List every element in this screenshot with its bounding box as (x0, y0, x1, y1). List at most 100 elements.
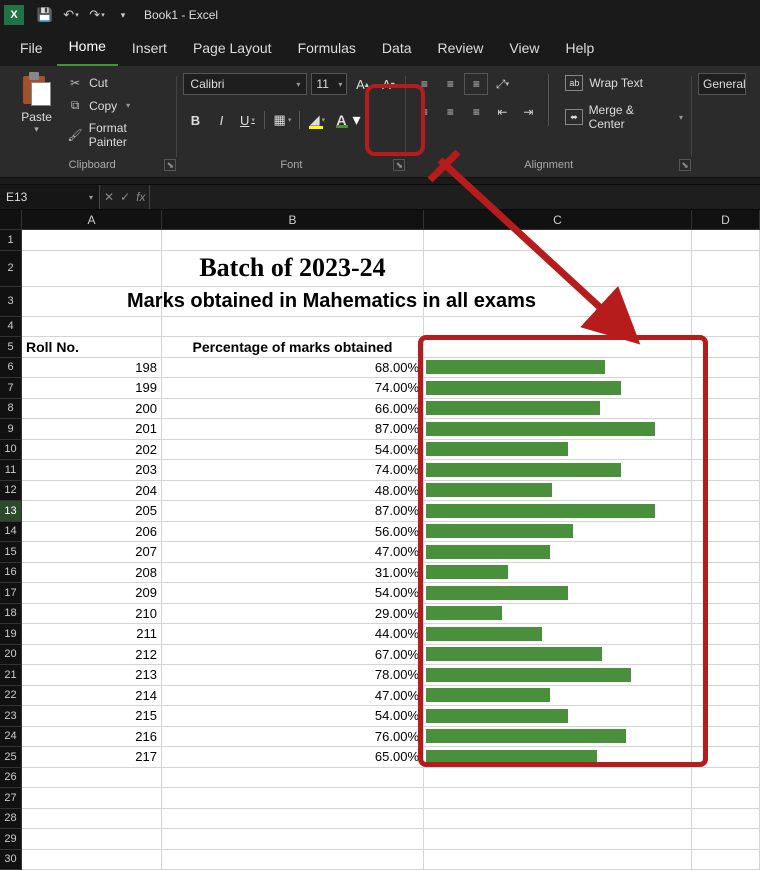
row-header[interactable]: 20 (0, 645, 22, 666)
row-header[interactable]: 4 (0, 317, 22, 338)
cell[interactable] (424, 788, 692, 809)
align-top-button[interactable]: ≡ (412, 73, 436, 95)
number-format-select[interactable]: General (698, 73, 746, 95)
cell[interactable] (692, 645, 760, 666)
cell[interactable] (424, 809, 692, 830)
cell[interactable] (162, 768, 424, 789)
font-name-select[interactable]: Calibri▾ (183, 73, 307, 95)
row-header[interactable]: 14 (0, 522, 22, 543)
row-header[interactable]: 5 (0, 337, 22, 358)
bar-cell[interactable] (424, 747, 692, 768)
underline-button[interactable]: U▾ (235, 108, 259, 132)
copy-button[interactable]: ⧉Copy▾ (63, 96, 170, 115)
cell[interactable] (162, 230, 424, 251)
roll-no-cell[interactable]: 217 (22, 747, 162, 768)
paste-button[interactable]: Paste ▾ (14, 70, 59, 135)
bold-button[interactable]: B (183, 108, 207, 132)
cell[interactable] (424, 317, 692, 338)
roll-no-cell[interactable]: 212 (22, 645, 162, 666)
row-header[interactable]: 18 (0, 604, 22, 625)
row-header[interactable]: 25 (0, 747, 22, 768)
row-header[interactable]: 2 (0, 251, 22, 287)
font-color-button[interactable]: A▾ (331, 107, 365, 133)
align-bottom-button[interactable]: ≡ (464, 73, 488, 95)
pct-cell[interactable]: 56.00% (162, 522, 424, 543)
font-size-select[interactable]: 11▾ (311, 73, 347, 95)
roll-no-cell[interactable]: 216 (22, 727, 162, 748)
cell[interactable] (162, 317, 424, 338)
bar-cell[interactable] (424, 665, 692, 686)
roll-no-cell[interactable]: 198 (22, 358, 162, 379)
cell[interactable] (692, 768, 760, 789)
qat-customize[interactable]: ▾ (110, 2, 136, 28)
row-header[interactable]: 3 (0, 287, 22, 317)
bar-cell[interactable] (424, 624, 692, 645)
bar-cell[interactable] (424, 419, 692, 440)
bar-cell[interactable] (424, 481, 692, 502)
increase-font-button[interactable]: A▴ (351, 73, 373, 95)
fx-icon[interactable]: fx (136, 190, 145, 204)
roll-no-cell[interactable]: 209 (22, 583, 162, 604)
increase-indent-button[interactable]: ⇥ (516, 101, 540, 123)
cell[interactable] (22, 850, 162, 870)
menu-formulas[interactable]: Formulas (286, 32, 368, 66)
roll-no-cell[interactable]: 214 (22, 686, 162, 707)
roll-no-cell[interactable]: 213 (22, 665, 162, 686)
row-header[interactable]: 19 (0, 624, 22, 645)
bar-cell[interactable] (424, 460, 692, 481)
cell[interactable] (692, 727, 760, 748)
cell[interactable] (692, 542, 760, 563)
roll-no-cell[interactable]: 199 (22, 378, 162, 399)
pct-cell[interactable]: 54.00% (162, 583, 424, 604)
roll-no-cell[interactable]: 202 (22, 440, 162, 461)
merge-center-button[interactable]: ⬌Merge & Center▾ (563, 101, 685, 133)
menu-help[interactable]: Help (554, 32, 607, 66)
cell[interactable] (424, 768, 692, 789)
bar-cell[interactable] (424, 706, 692, 727)
bar-cell[interactable] (424, 522, 692, 543)
pct-cell[interactable]: 48.00% (162, 481, 424, 502)
bar-cell[interactable] (424, 378, 692, 399)
cell[interactable] (692, 522, 760, 543)
cell[interactable] (692, 440, 760, 461)
pct-cell[interactable]: 31.00% (162, 563, 424, 584)
pct-cell[interactable]: 29.00% (162, 604, 424, 625)
menu-review[interactable]: Review (426, 32, 496, 66)
cell[interactable] (692, 665, 760, 686)
row-header[interactable]: 23 (0, 706, 22, 727)
col-header-D[interactable]: D (692, 210, 760, 230)
format-painter-button[interactable]: 🖌Format Painter (63, 119, 170, 151)
cell[interactable] (692, 604, 760, 625)
row-header[interactable]: 8 (0, 399, 22, 420)
bar-cell[interactable] (424, 686, 692, 707)
bar-cell[interactable] (424, 542, 692, 563)
bar-cell[interactable] (424, 563, 692, 584)
cell[interactable] (692, 287, 760, 317)
cell[interactable] (692, 317, 760, 338)
cell[interactable] (692, 829, 760, 850)
cell[interactable] (692, 358, 760, 379)
align-middle-button[interactable]: ≡ (438, 73, 462, 95)
row-header[interactable]: 1 (0, 230, 22, 251)
roll-no-cell[interactable]: 206 (22, 522, 162, 543)
cell[interactable] (692, 850, 760, 870)
roll-no-cell[interactable]: 201 (22, 419, 162, 440)
row-header[interactable]: 9 (0, 419, 22, 440)
cell[interactable] (22, 788, 162, 809)
row-header[interactable]: 12 (0, 481, 22, 502)
orientation-button[interactable]: ⤢▾ (490, 73, 514, 95)
paste-dropdown-icon[interactable]: ▾ (34, 124, 39, 135)
roll-no-cell[interactable]: 205 (22, 501, 162, 522)
cell[interactable] (692, 419, 760, 440)
cell[interactable] (22, 768, 162, 789)
row-header[interactable]: 28 (0, 809, 22, 830)
cell[interactable] (692, 563, 760, 584)
bar-cell[interactable] (424, 399, 692, 420)
roll-no-cell[interactable]: 207 (22, 542, 162, 563)
row-header[interactable]: 26 (0, 768, 22, 789)
pct-cell[interactable]: 47.00% (162, 686, 424, 707)
italic-button[interactable]: I (209, 108, 233, 132)
name-box[interactable]: E13▾ (0, 185, 100, 209)
menu-data[interactable]: Data (370, 32, 424, 66)
cut-button[interactable]: ✂Cut (63, 74, 170, 92)
